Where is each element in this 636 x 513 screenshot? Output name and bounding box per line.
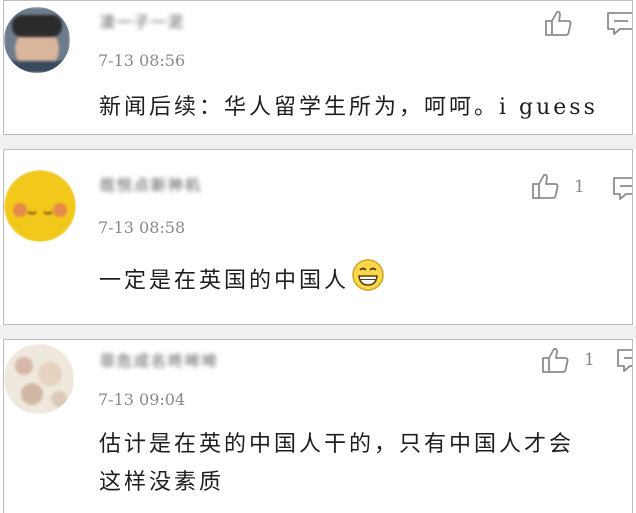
comment-icon[interactable] — [606, 11, 632, 41]
like-count: 1 — [584, 350, 595, 370]
comment-text-line: 这样没素质 — [99, 470, 225, 495]
avatar[interactable] — [4, 344, 74, 414]
divider — [0, 325, 636, 339]
thumbs-up-icon[interactable] — [541, 346, 571, 378]
comment-text-body: 一定是在英国的中国人 — [99, 268, 350, 294]
username[interactable]: 菲危成名咚哞哞 — [100, 350, 219, 371]
thumbs-up-icon[interactable] — [544, 9, 574, 41]
timestamp: 7-13 08:56 — [98, 51, 186, 70]
comment-text: 一定是在英国的中国人 — [99, 258, 385, 305]
avatar[interactable] — [4, 7, 70, 73]
comment-card: 凌一子一泥 7-13 08:56 新闻后续：华人留学生所为，呵呵。i guess — [3, 0, 633, 135]
comment-card: 既悦点新神机 7-13 08:58 一定是在英国的中国人 1 — [3, 149, 633, 325]
comment-text: 新闻后续：华人留学生所为，呵呵。i guess — [99, 95, 598, 120]
comment-card: 菲危成名咚哞哞 7-13 09:04 估计是在英的中国人干的，只有中国人才会 这… — [3, 339, 633, 513]
like-count: 1 — [574, 177, 585, 197]
timestamp: 7-13 08:58 — [98, 218, 186, 237]
thumbs-up-icon[interactable] — [531, 172, 561, 204]
username[interactable]: 既悦点新神机 — [100, 174, 202, 195]
comment-text: 估计是在英的中国人干的，只有中国人才会 这样没素质 — [99, 426, 574, 502]
avatar[interactable] — [4, 170, 76, 242]
comment-text-line: 估计是在英的中国人干的，只有中国人才会 — [99, 432, 575, 457]
timestamp: 7-13 09:04 — [98, 390, 186, 409]
divider — [0, 135, 636, 149]
username[interactable]: 凌一子一泥 — [100, 11, 185, 32]
comment-icon[interactable] — [612, 176, 632, 206]
grinning-face-icon — [351, 258, 385, 305]
comment-icon[interactable] — [616, 348, 632, 378]
